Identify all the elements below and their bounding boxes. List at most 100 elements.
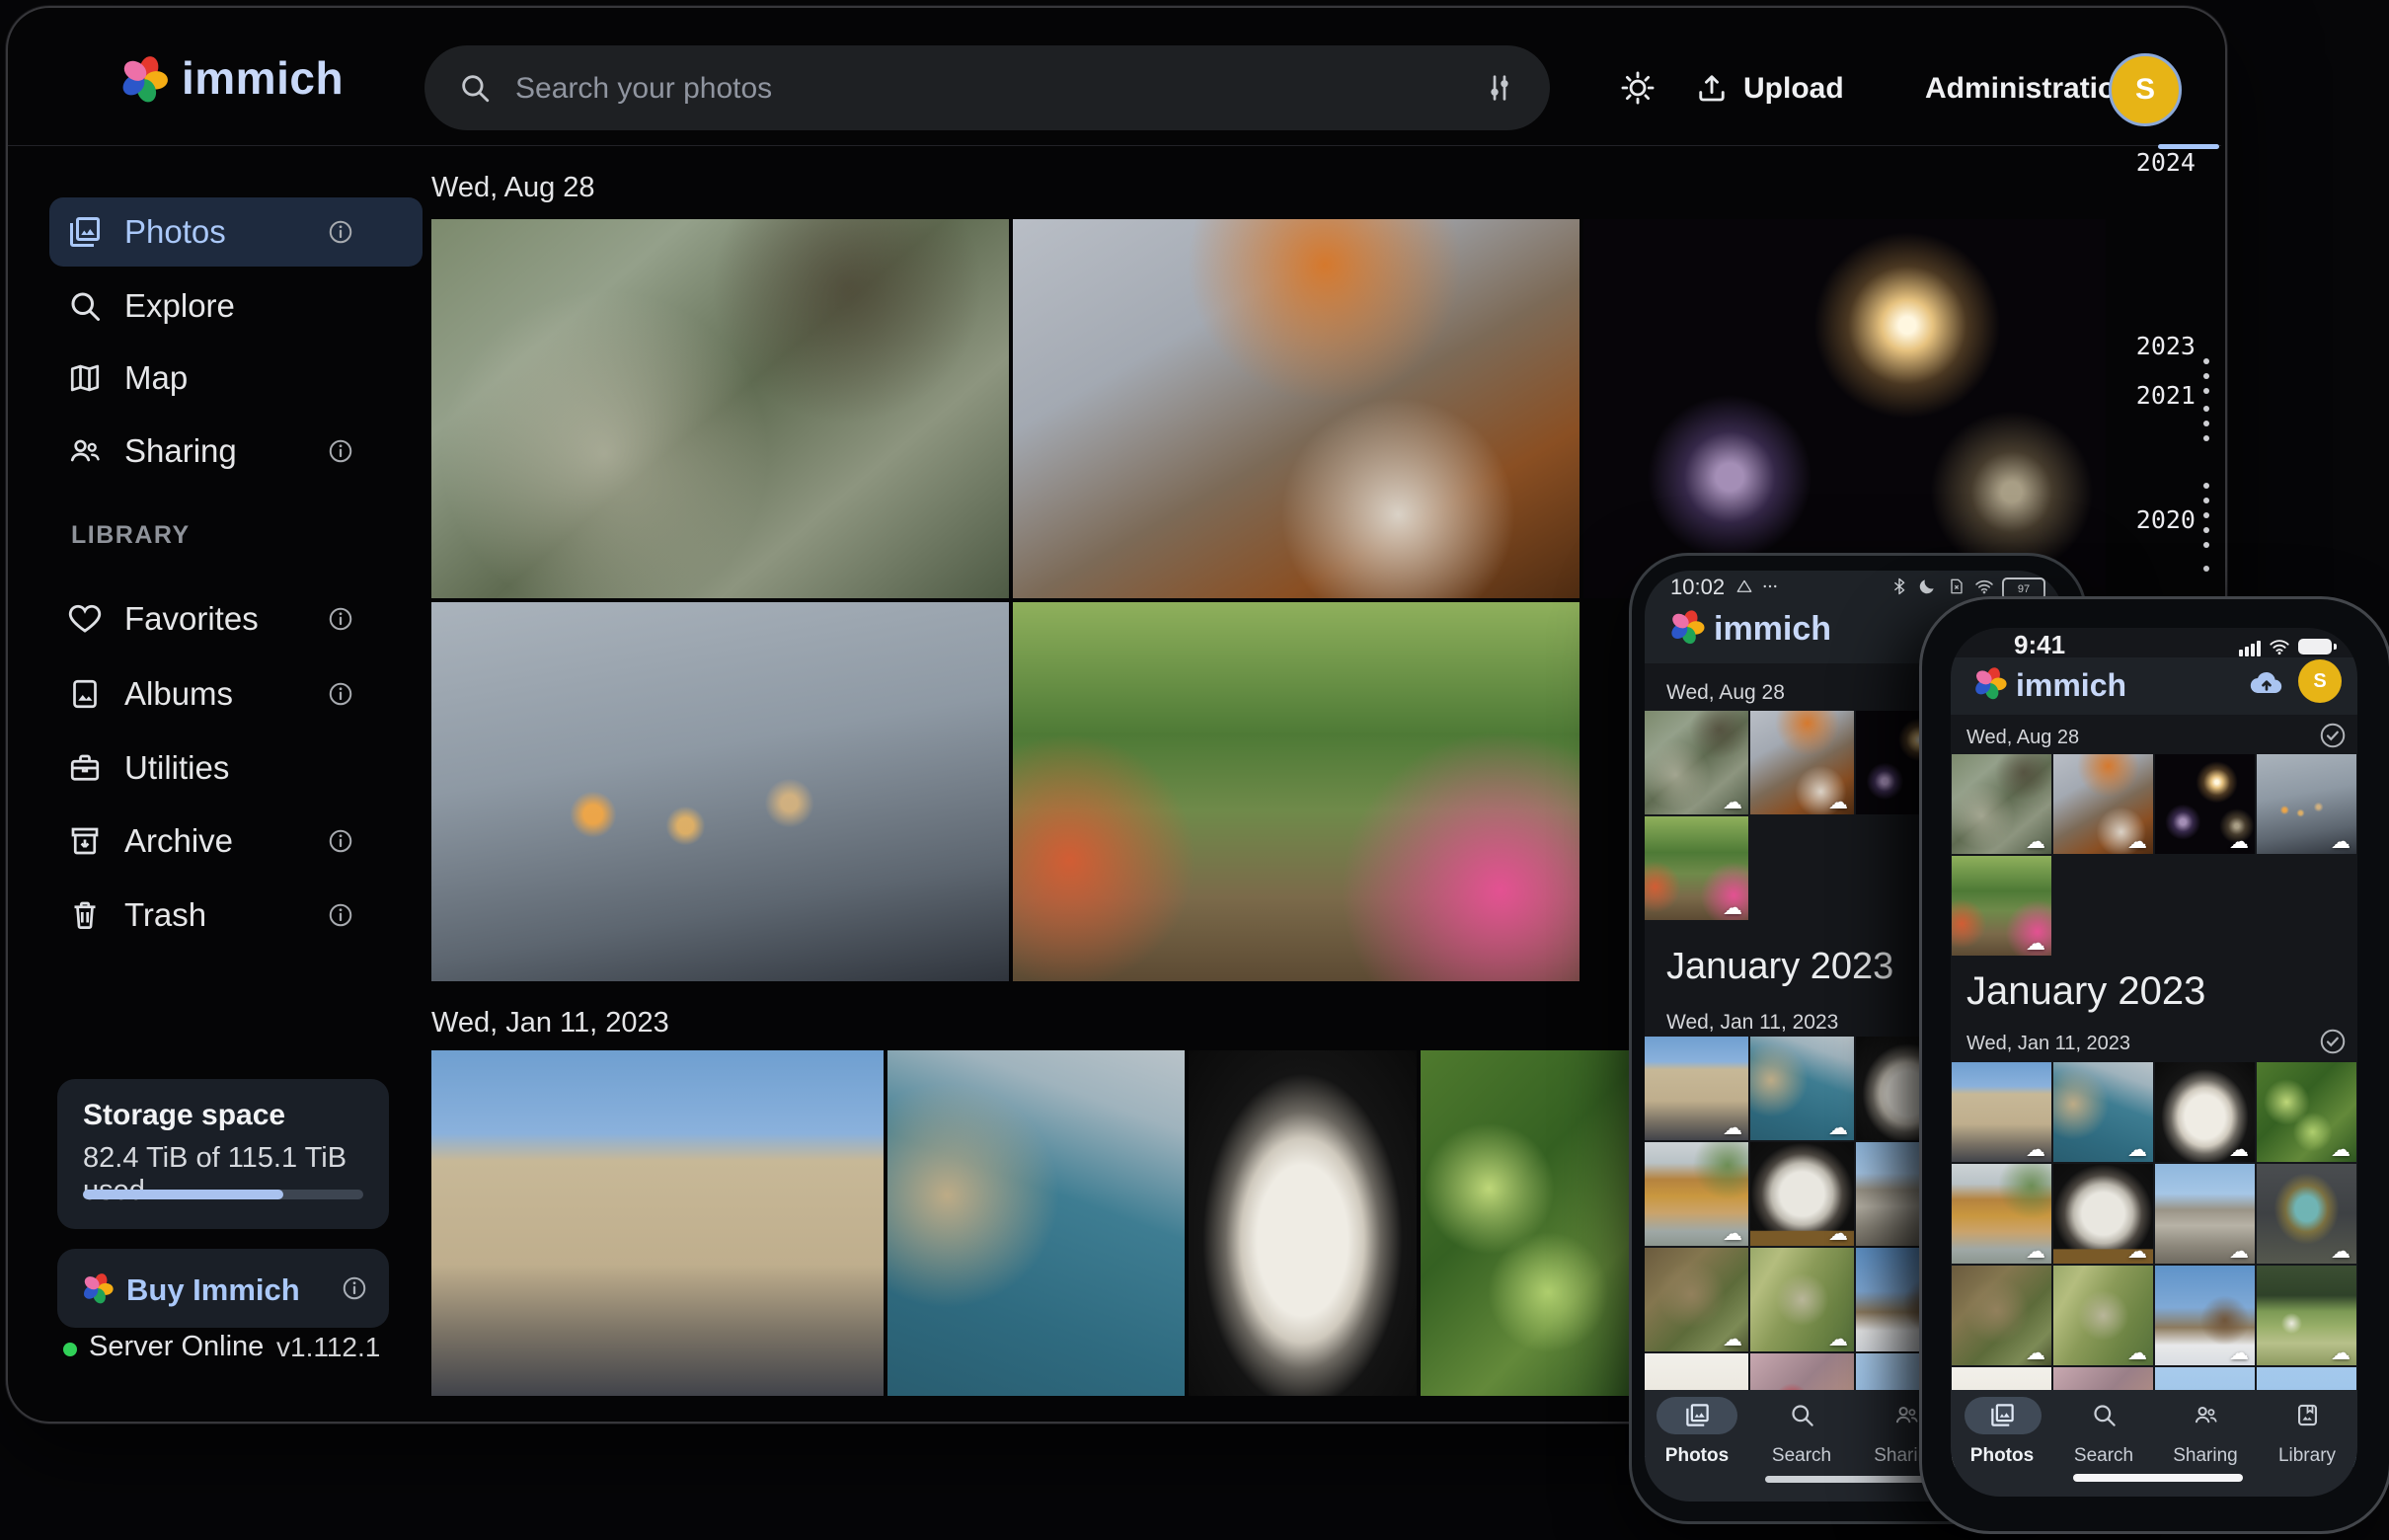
timeline-dot bbox=[2203, 406, 2209, 412]
nav-item-photos[interactable]: Photos bbox=[1653, 1445, 1741, 1467]
upload-button[interactable]: Upload bbox=[1743, 72, 1844, 106]
photo-dinner-table[interactable] bbox=[1013, 219, 1580, 598]
archive-icon bbox=[67, 823, 103, 859]
timeline-year: 2021 bbox=[2113, 381, 2196, 410]
photo-tile[interactable] bbox=[1952, 1062, 2051, 1162]
info-icon[interactable] bbox=[326, 217, 355, 247]
photo-autumn-park[interactable] bbox=[1013, 602, 1580, 981]
photo-tile[interactable] bbox=[1645, 711, 1748, 814]
date-header-aug: Wed, Aug 28 bbox=[431, 172, 595, 204]
photo-tile[interactable] bbox=[1952, 1266, 2051, 1365]
photos-icon[interactable] bbox=[1684, 1402, 1711, 1428]
search-input[interactable] bbox=[513, 57, 1347, 120]
timeline-year: 2020 bbox=[2113, 505, 2196, 534]
info-icon[interactable] bbox=[340, 1273, 369, 1303]
sharing-people-icon[interactable] bbox=[2193, 1402, 2219, 1428]
status-more-dots-icon bbox=[1761, 578, 1779, 595]
nav-item-search[interactable]: Search bbox=[2059, 1445, 2148, 1467]
battery-icon bbox=[2298, 639, 2332, 654]
timeline-dot bbox=[2203, 483, 2209, 489]
photo-tile[interactable] bbox=[1645, 816, 1748, 920]
server-status-text: Server Online bbox=[89, 1331, 264, 1363]
photo-holding-hands[interactable] bbox=[431, 602, 1009, 981]
info-icon[interactable] bbox=[326, 679, 355, 709]
trash-icon bbox=[67, 897, 103, 933]
nav-item-photos[interactable]: Photos bbox=[1958, 1445, 2046, 1467]
photo-tile[interactable] bbox=[2053, 1062, 2153, 1162]
photo-tile[interactable] bbox=[2155, 1164, 2255, 1264]
nav-item-sharing[interactable]: Sharing bbox=[2161, 1445, 2250, 1467]
filter-sliders-icon[interactable] bbox=[1483, 71, 1516, 105]
timeline-dot bbox=[2203, 388, 2209, 394]
timeline-year: 2023 bbox=[2113, 332, 2196, 360]
library-icon[interactable] bbox=[2294, 1402, 2321, 1428]
photo-tile[interactable] bbox=[1645, 1248, 1748, 1351]
home-indicator bbox=[1765, 1476, 1943, 1483]
explore-search-icon bbox=[67, 288, 103, 324]
info-icon[interactable] bbox=[326, 826, 355, 856]
photo-tile[interactable] bbox=[2257, 1164, 2356, 1264]
timeline-dot bbox=[2203, 498, 2209, 503]
photo-marble-bust[interactable] bbox=[1189, 1050, 1417, 1396]
buy-immich-button[interactable]: Buy Immich bbox=[57, 1249, 389, 1328]
photo-tile[interactable] bbox=[1750, 711, 1854, 814]
info-icon[interactable] bbox=[326, 436, 355, 466]
user-avatar[interactable]: S bbox=[2109, 53, 2182, 126]
photo-tile[interactable] bbox=[2053, 754, 2153, 854]
photos-icon bbox=[67, 214, 103, 250]
sharing-people-icon[interactable] bbox=[1893, 1402, 1920, 1428]
photo-tile[interactable] bbox=[2257, 754, 2356, 854]
home-indicator bbox=[2073, 1474, 2243, 1482]
photo-tile[interactable] bbox=[1645, 1142, 1748, 1246]
cloud-backup-icon[interactable] bbox=[2247, 663, 2286, 703]
signal-bars-icon bbox=[2257, 641, 2261, 656]
photo-tile[interactable] bbox=[2257, 1062, 2356, 1162]
photo-fireworks[interactable] bbox=[1583, 219, 2106, 598]
photo-coastal-tower[interactable] bbox=[887, 1050, 1185, 1396]
nav-item-search[interactable]: Search bbox=[1757, 1445, 1846, 1467]
photo-green-berries[interactable] bbox=[1421, 1050, 1649, 1396]
no-sim-icon bbox=[1947, 577, 1966, 596]
android-brand: immich bbox=[1714, 610, 1831, 649]
administration-link[interactable]: Administration bbox=[1925, 72, 2134, 106]
photo-tile[interactable] bbox=[1645, 1037, 1748, 1140]
photo-tile[interactable] bbox=[1750, 1142, 1854, 1246]
select-all-icon[interactable] bbox=[2318, 1027, 2348, 1056]
timeline-dot bbox=[2203, 421, 2209, 426]
bluetooth-icon bbox=[1889, 577, 1909, 596]
upload-icon[interactable] bbox=[1694, 70, 1730, 106]
user-avatar[interactable]: S bbox=[2298, 659, 2342, 703]
photo-tile[interactable] bbox=[2155, 1266, 2255, 1365]
photo-fortress-walls[interactable] bbox=[431, 1050, 884, 1396]
photo-tile[interactable] bbox=[1952, 754, 2051, 854]
photos-icon[interactable] bbox=[1989, 1402, 2016, 1428]
stage: immich Upload Administration S Photos Ex… bbox=[0, 0, 2389, 1540]
brand-wordmark: immich bbox=[182, 51, 344, 105]
photo-tile[interactable] bbox=[1750, 1037, 1854, 1140]
photo-tile[interactable] bbox=[1750, 1248, 1854, 1351]
photo-tile[interactable] bbox=[2155, 754, 2255, 854]
search-icon[interactable] bbox=[1789, 1402, 1815, 1428]
immich-logo-icon bbox=[118, 53, 170, 105]
photo-tile[interactable] bbox=[1952, 1164, 2051, 1264]
map-icon bbox=[67, 360, 103, 396]
photo-tile[interactable] bbox=[1952, 856, 2051, 956]
signal-bars-icon bbox=[2245, 647, 2249, 656]
photo-tile[interactable] bbox=[2155, 1062, 2255, 1162]
theme-toggle-sun-icon[interactable] bbox=[1619, 69, 1657, 107]
info-icon[interactable] bbox=[326, 900, 355, 930]
storage-title: Storage space bbox=[83, 1099, 285, 1132]
photo-zoo-monkeys[interactable] bbox=[431, 219, 1009, 598]
info-icon[interactable] bbox=[326, 604, 355, 634]
status-triangle-icon bbox=[1735, 578, 1753, 595]
search-icon[interactable] bbox=[2091, 1402, 2118, 1428]
nav-item-library[interactable]: Library bbox=[2263, 1445, 2351, 1467]
photo-tile[interactable] bbox=[2053, 1164, 2153, 1264]
signal-bars-icon bbox=[2251, 644, 2255, 656]
storage-progress-track bbox=[83, 1190, 363, 1199]
buy-immich-label: Buy Immich bbox=[126, 1272, 300, 1308]
version-text: v1.112.1 bbox=[276, 1332, 379, 1363]
photo-tile[interactable] bbox=[2257, 1266, 2356, 1365]
select-all-icon[interactable] bbox=[2318, 721, 2348, 750]
photo-tile[interactable] bbox=[2053, 1266, 2153, 1365]
